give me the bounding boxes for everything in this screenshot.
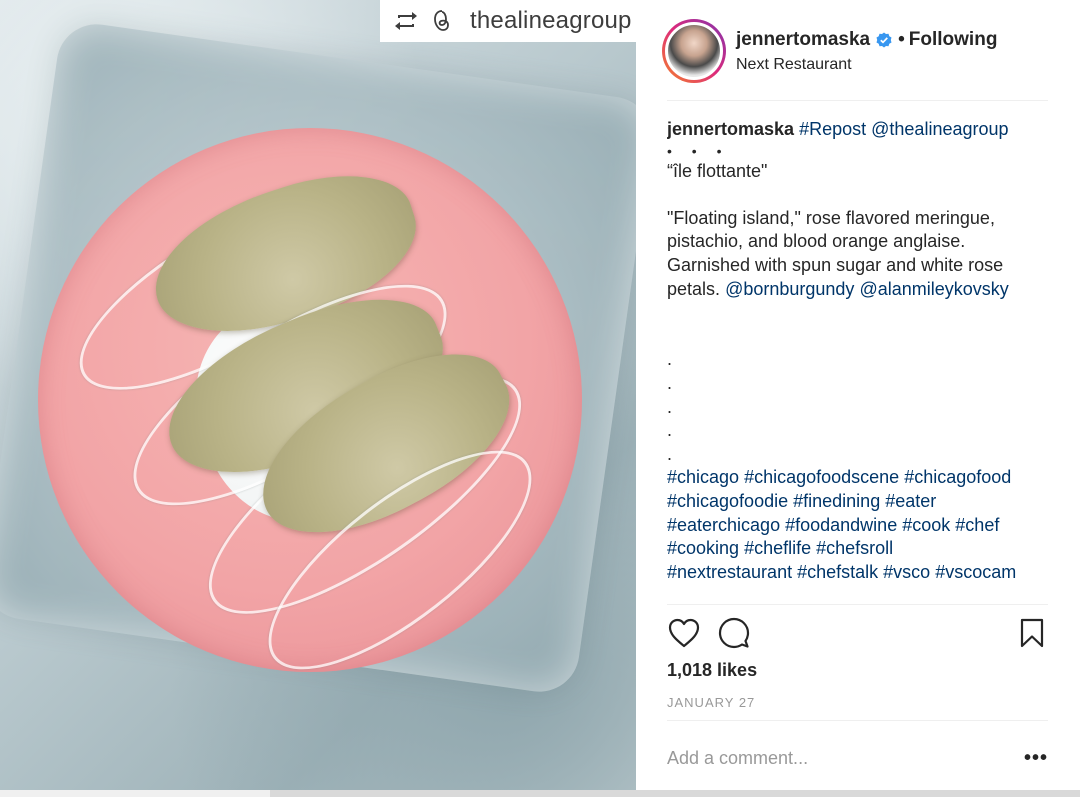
mention-link[interactable]: @bornburgundy bbox=[725, 279, 854, 299]
hashtag-link[interactable]: #finedining bbox=[793, 491, 880, 511]
hashtag-link[interactable]: #eaterchicago bbox=[667, 515, 780, 535]
comment-input[interactable] bbox=[667, 736, 1021, 780]
post-header: jennertomaska • Following Next Restauran… bbox=[662, 18, 1062, 84]
hashtag-link[interactable]: #chicagofoodie bbox=[667, 491, 788, 511]
bottom-bar-highlight bbox=[0, 790, 270, 797]
caption-dot: . bbox=[667, 396, 673, 417]
caption: jennertomaska #Repost @thealineagroup • … bbox=[667, 118, 1062, 604]
avatar[interactable] bbox=[662, 19, 726, 83]
separator-dot: • bbox=[898, 28, 905, 50]
post-detail-panel: jennertomaska • Following Next Restauran… bbox=[636, 0, 1080, 797]
repost-icon bbox=[392, 7, 420, 35]
following-button[interactable]: Following bbox=[909, 29, 998, 51]
action-bar bbox=[666, 614, 1050, 654]
repost-attribution: thealineagroup bbox=[380, 0, 636, 42]
comment-button[interactable] bbox=[716, 614, 752, 652]
caption-dot: . bbox=[667, 372, 673, 393]
comment-icon bbox=[718, 617, 750, 649]
post-photo[interactable]: thealineagroup bbox=[0, 0, 636, 797]
mention-link[interactable]: @thealineagroup bbox=[871, 119, 1008, 139]
caption-title: “île flottante" bbox=[667, 160, 768, 181]
divider bbox=[667, 720, 1048, 721]
caption-dot: . bbox=[667, 349, 673, 370]
caption-line: pistachio, and blood orange anglaise. bbox=[667, 231, 966, 252]
hashtag-link[interactable]: #nextrestaurant bbox=[667, 562, 792, 582]
hashtag-link[interactable]: #chef bbox=[955, 515, 999, 535]
repost-username[interactable]: thealineagroup bbox=[470, 7, 632, 35]
caption-author[interactable]: jennertomaska bbox=[667, 119, 794, 139]
caption-line: petals. bbox=[667, 278, 721, 299]
post-date[interactable]: JANUARY 27 bbox=[667, 695, 755, 710]
hashtag-link[interactable]: #eater bbox=[885, 491, 936, 511]
heart-icon bbox=[668, 618, 700, 648]
caption-line: Garnished with spun sugar and white rose bbox=[667, 254, 1004, 275]
verified-badge-icon bbox=[876, 32, 892, 48]
hashtag-link[interactable]: #chefsroll bbox=[816, 538, 893, 558]
header-text: jennertomaska • Following Next Restauran… bbox=[736, 29, 997, 74]
threads-icon bbox=[428, 7, 456, 35]
hashtag-link[interactable]: #chicagofoodscene bbox=[744, 467, 899, 487]
mention-link[interactable]: @alanmileykovsky bbox=[859, 279, 1008, 299]
hashtag-link[interactable]: #chefstalk bbox=[797, 562, 878, 582]
like-button[interactable] bbox=[666, 614, 702, 652]
likes-count[interactable]: 1,018 likes bbox=[667, 660, 757, 681]
caption-dot: . bbox=[667, 420, 673, 441]
hashtag-link[interactable]: #foodandwine bbox=[785, 515, 897, 535]
caption-line: "Floating island," rose flavored meringu… bbox=[667, 207, 995, 228]
hashtag-link[interactable]: #cheflife bbox=[744, 538, 811, 558]
comment-bar: ••• bbox=[667, 736, 1051, 780]
hashtag-link[interactable]: #chicago bbox=[667, 467, 739, 487]
hashtag-link[interactable]: #cooking bbox=[667, 538, 739, 558]
divider bbox=[667, 100, 1048, 101]
more-options-button[interactable]: ••• bbox=[1021, 743, 1051, 773]
avatar-image bbox=[665, 22, 723, 80]
hashtag-link[interactable]: #vsco bbox=[883, 562, 930, 582]
hashtag-link[interactable]: #Repost bbox=[799, 119, 866, 139]
save-button[interactable] bbox=[1014, 614, 1050, 652]
bookmark-icon bbox=[1020, 618, 1044, 648]
divider bbox=[667, 604, 1048, 605]
hashtag-link[interactable]: #vscocam bbox=[935, 562, 1016, 582]
caption-dots: • • • bbox=[667, 142, 730, 159]
hashtag-link[interactable]: #chicagofood bbox=[904, 467, 1011, 487]
header-username[interactable]: jennertomaska bbox=[736, 29, 870, 51]
location-link[interactable]: Next Restaurant bbox=[736, 56, 997, 74]
caption-dot: . bbox=[667, 443, 673, 464]
hashtag-link[interactable]: #cook bbox=[902, 515, 950, 535]
